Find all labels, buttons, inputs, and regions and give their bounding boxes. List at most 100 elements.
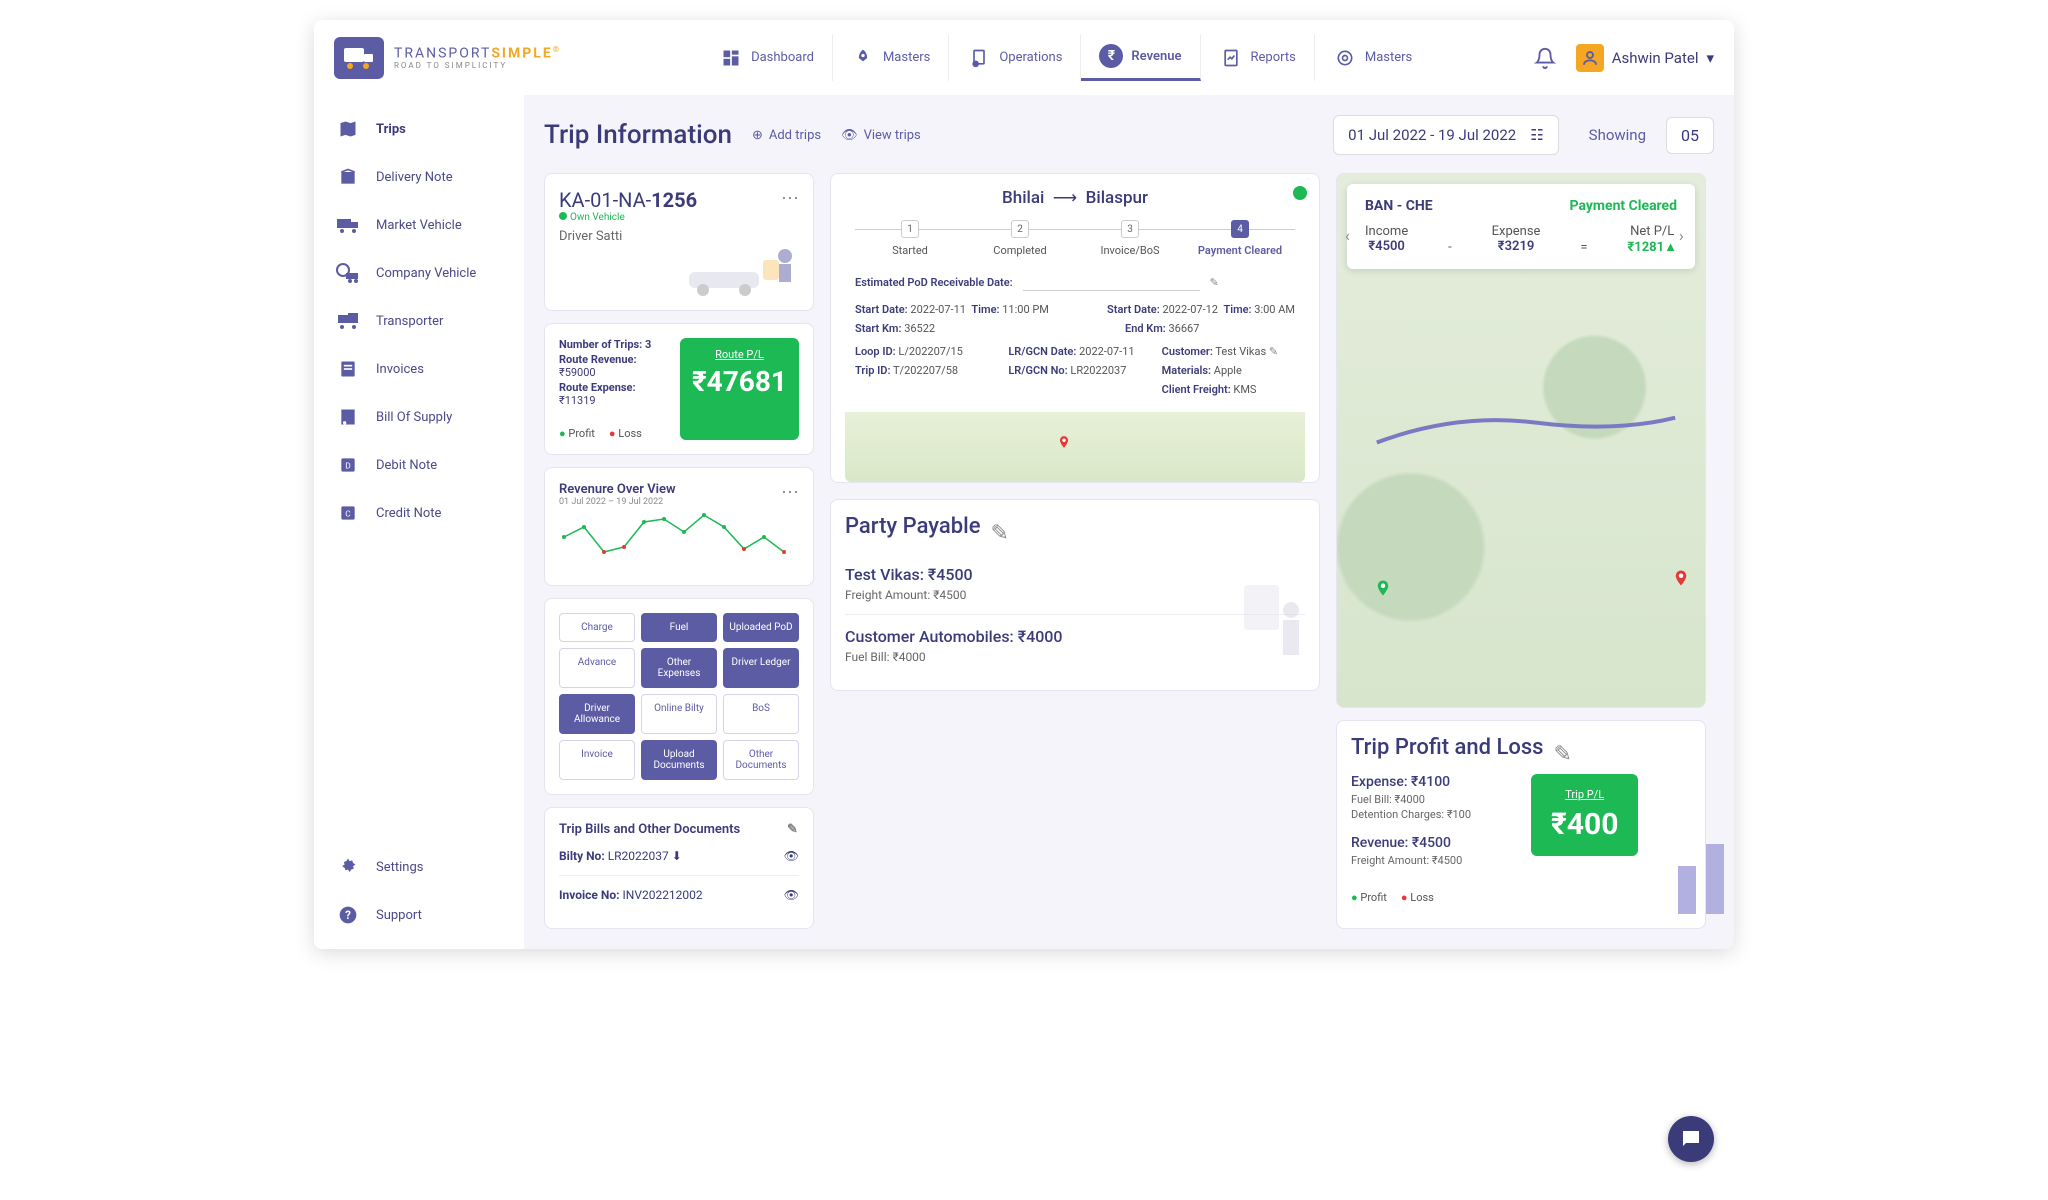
truck-icon: [334, 213, 362, 237]
bar-chart: [1678, 774, 1734, 914]
uploaded-pod-button[interactable]: Uploaded PoD: [723, 613, 799, 642]
pencil-icon[interactable]: ✎: [991, 521, 1003, 533]
transport-icon: [334, 309, 362, 333]
download-icon[interactable]: ⬇: [672, 849, 682, 863]
main: Trip Information ⊕ Add trips 👁 View trip…: [524, 95, 1734, 949]
doc-row: Invoice No: INV202212002👁: [559, 876, 799, 914]
pod-date-input[interactable]: [1023, 273, 1200, 291]
page-title: Trip Information: [544, 120, 732, 150]
profit-loss-card: Trip Profit and Loss✎ Expense: ₹4100 Fue…: [1336, 720, 1706, 929]
sidebar-item-credit-note[interactable]: CCredit Note: [314, 489, 524, 537]
step-completed[interactable]: 2Completed: [965, 220, 1075, 257]
svg-text:?: ?: [345, 908, 351, 922]
sidebar-item-bill-of-supply[interactable]: Bill Of Supply: [314, 393, 524, 441]
bell-icon[interactable]: [1534, 47, 1556, 69]
rupee-icon: ₹: [1099, 44, 1123, 68]
online-bilty-button[interactable]: Online Bilty: [641, 694, 717, 734]
step-paymentcleared[interactable]: 4Payment Cleared: [1185, 220, 1295, 257]
party-payable-card: Party Payable✎ Test Vikas: ₹4500Freight …: [830, 499, 1320, 691]
stepper: 1Started2Completed3Invoice/BoS4Payment C…: [855, 220, 1295, 257]
vehicle-card: KA-01-NA-1256 Own Vehicle Driver Satti ⋯: [544, 173, 814, 311]
step-started[interactable]: 1Started: [855, 220, 965, 257]
sidebar-item-market-vehicle[interactable]: Market Vehicle: [314, 201, 524, 249]
party-row: Test Vikas: ₹4500Freight Amount: ₹4500: [845, 553, 1305, 615]
step-invoicebos[interactable]: 3Invoice/BoS: [1075, 220, 1185, 257]
sidebar-item-delivery-note[interactable]: Delivery Note: [314, 153, 524, 201]
fuel-button[interactable]: Fuel: [641, 613, 717, 642]
sidebar-item-transporter[interactable]: Transporter: [314, 297, 524, 345]
pencil-icon[interactable]: ✎: [1554, 742, 1566, 754]
sparkline-chart: [559, 507, 799, 567]
bar: [1706, 844, 1724, 914]
bill-icon: [334, 405, 362, 429]
trip-card: Bhilai ⟶ Bilaspur 1Started2Completed3Inv…: [830, 173, 1320, 483]
nav-revenue[interactable]: ₹Revenue: [1081, 34, 1200, 81]
topbar: TRANSPORTSIMPLE® ROAD TO SIMPLICITY Dash…: [314, 20, 1734, 95]
add-trips-button[interactable]: ⊕ Add trips: [752, 128, 821, 143]
doc-row: Bilty No: LR2022037 ⬇👁: [559, 837, 799, 876]
action-buttons-card: ChargeFuelUploaded PoD AdvanceOther Expen…: [544, 598, 814, 795]
nav-operations[interactable]: Operations: [949, 34, 1081, 81]
sidebar: TripsDelivery NoteMarket VehicleCompany …: [314, 95, 524, 949]
driver-ledger-button[interactable]: Driver Ledger: [723, 648, 799, 688]
nav-dashboard[interactable]: Dashboard: [701, 34, 833, 81]
sidebar-item-trips[interactable]: Trips: [314, 105, 524, 153]
upload-documents-button[interactable]: Upload Documents: [641, 740, 717, 780]
status-indicator: [1293, 186, 1307, 200]
sidebar-item-settings[interactable]: Settings: [314, 843, 524, 891]
sidebar-item-support[interactable]: ?Support: [314, 891, 524, 939]
nav-masters[interactable]: Masters: [1315, 34, 1430, 81]
driver-name: Driver Satti: [559, 229, 697, 244]
pencil-icon[interactable]: ✎: [1269, 345, 1278, 358]
svg-text:C: C: [345, 509, 351, 519]
pencil-icon[interactable]: ✎: [1210, 276, 1222, 288]
showing-count[interactable]: 05: [1666, 117, 1714, 154]
sidebar-item-invoices[interactable]: Invoices: [314, 345, 524, 393]
dashboard-icon: [719, 46, 743, 70]
vehicle-plate: KA-01-NA-1256: [559, 188, 697, 212]
date-range-picker[interactable]: 01 Jul 2022 - 19 Jul 2022 ☷: [1333, 115, 1558, 155]
other-expenses-button[interactable]: Other Expenses: [641, 648, 717, 688]
brand-tagline: ROAD TO SIMPLICITY: [394, 61, 561, 70]
route-pl-box[interactable]: Route P/L ₹47681: [680, 338, 799, 440]
more-icon[interactable]: ⋯: [781, 188, 799, 209]
brand-name: TRANSPORT: [394, 45, 491, 61]
pencil-icon[interactable]: ✎: [787, 822, 799, 834]
brand-suffix: SIMPLE: [491, 45, 552, 61]
eye-icon[interactable]: 👁: [784, 888, 799, 902]
route: Bhilai ⟶ Bilaspur: [845, 188, 1305, 208]
user-menu[interactable]: Ashwin Patel ▾: [1576, 44, 1714, 72]
party-row: Customer Automobiles: ₹4000Fuel Bill: ₹4…: [845, 615, 1305, 676]
advance-button[interactable]: Advance: [559, 648, 635, 688]
gear-doc-icon: [967, 46, 991, 70]
user-name: Ashwin Patel: [1612, 49, 1699, 67]
chat-fab[interactable]: [1668, 1116, 1714, 1162]
eye-icon[interactable]: 👁: [784, 849, 799, 863]
charge-button[interactable]: Charge: [559, 613, 635, 642]
eye-icon: 👁: [841, 128, 858, 143]
more-icon[interactable]: ⋯: [781, 482, 799, 507]
trip-pl-box[interactable]: Trip P/L ₹400: [1531, 774, 1638, 856]
revenue-chart-card: Revenure Over View 01 Jul 2022 – 19 Jul …: [544, 467, 814, 586]
calendar-icon: ☷: [1530, 126, 1543, 144]
logo[interactable]: TRANSPORTSIMPLE® ROAD TO SIMPLICITY: [334, 37, 561, 79]
route-map-strip: [845, 412, 1305, 482]
invoice-button[interactable]: Invoice: [559, 740, 635, 780]
bos-button[interactable]: BoS: [723, 694, 799, 734]
driver-allowance-button[interactable]: Driver Allowance: [559, 694, 635, 734]
invoice-icon: [334, 357, 362, 381]
view-trips-button[interactable]: 👁 View trips: [841, 128, 921, 143]
truck-illustration: [559, 248, 799, 296]
plus-circle-icon: ⊕: [752, 128, 763, 143]
nav-reports[interactable]: Reports: [1201, 34, 1315, 81]
nav-masters[interactable]: Masters: [833, 34, 949, 81]
topnav: DashboardMastersOperations₹RevenueReport…: [701, 34, 1430, 81]
big-map[interactable]: ‹ › BAN - CHE Payment Cleared Income₹450…: [1336, 173, 1706, 708]
other-documents-button[interactable]: Other Documents: [723, 740, 799, 780]
target-icon: [1333, 46, 1357, 70]
sidebar-item-company-vehicle[interactable]: Company Vehicle: [314, 249, 524, 297]
avatar-icon: [1576, 44, 1604, 72]
bar: [1678, 866, 1696, 914]
sidebar-item-debit-note[interactable]: DDebit Note: [314, 441, 524, 489]
box-icon: [334, 165, 362, 189]
